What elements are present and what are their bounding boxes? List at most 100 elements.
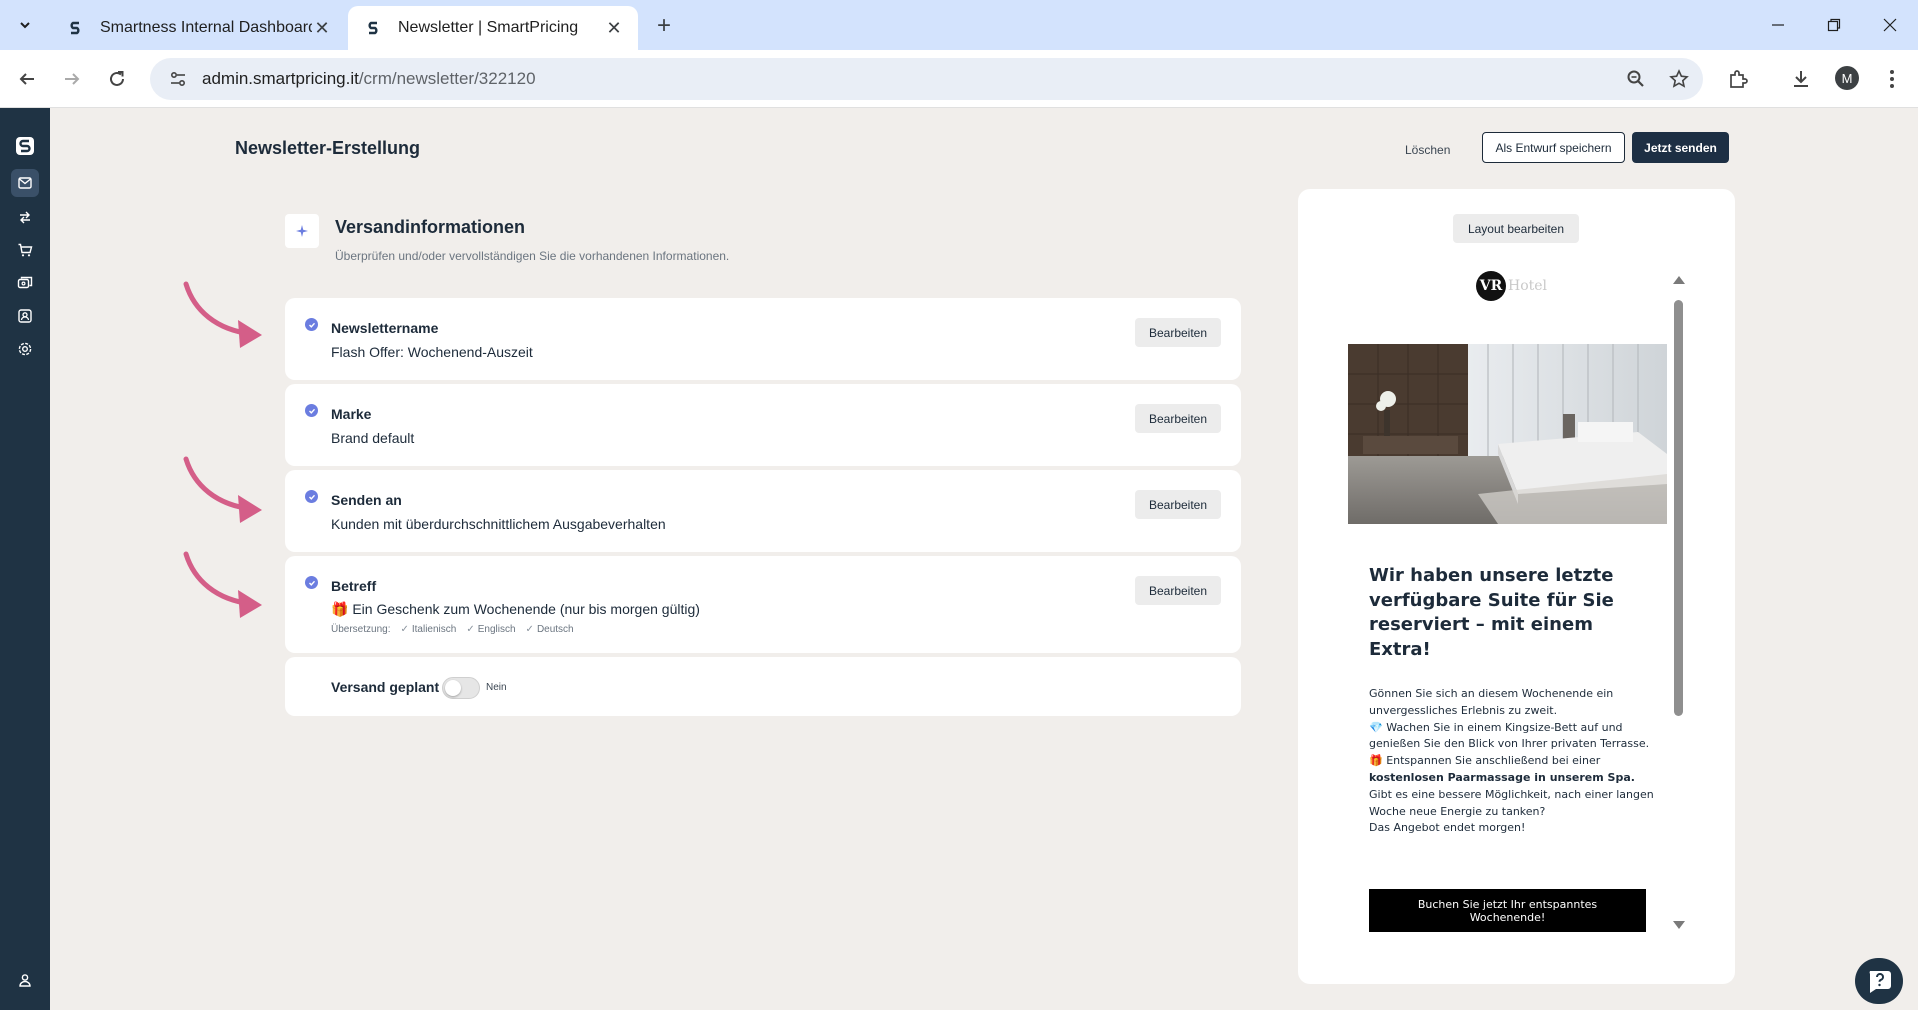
minimize-icon[interactable] [1750, 0, 1806, 50]
url-text: admin.smartpricing.it/crm/newsletter/322… [202, 69, 536, 89]
card-newsletter-name: Newslettername Flash Offer: Wochenend-Au… [285, 298, 1241, 380]
sidebar-item-vouchers[interactable] [11, 269, 39, 297]
browser-toolbar: admin.smartpricing.it/crm/newsletter/322… [0, 50, 1918, 108]
extensions-icon[interactable] [1724, 65, 1752, 93]
favicon-s-icon [66, 19, 84, 37]
annotation-arrow [183, 456, 262, 523]
menu-dots-icon[interactable] [1878, 65, 1906, 93]
sidebar-item-contacts[interactable] [11, 302, 39, 330]
plus-icon[interactable]: + [650, 12, 678, 40]
avatar[interactable]: M [1835, 66, 1859, 90]
address-bar[interactable]: admin.smartpricing.it/crm/newsletter/322… [150, 58, 1703, 100]
scroll-thumb[interactable] [1674, 300, 1683, 716]
translation-label: Übersetzung: [331, 624, 391, 635]
field-value: Brand default [331, 430, 415, 446]
sidebar-item-settings[interactable] [11, 335, 39, 363]
mail-icon [18, 177, 32, 189]
check-icon [305, 490, 318, 503]
scroll-up-icon[interactable] [1673, 276, 1685, 284]
page-title: Newsletter-Erstellung [235, 138, 421, 158]
card-brand: Marke Brand default Bearbeiten [285, 384, 1241, 466]
reload-icon[interactable] [101, 63, 133, 95]
field-value: 🎁 Ein Geschenk zum Wochenende (nur bis m… [331, 601, 700, 617]
edit-button[interactable]: Bearbeiten [1135, 490, 1221, 519]
url-host: admin.smartpricing.it [202, 69, 359, 88]
back-icon[interactable] [11, 63, 43, 95]
check-icon [305, 318, 318, 331]
star-icon[interactable] [1667, 67, 1691, 91]
check-icon [305, 404, 318, 417]
send-now-button[interactable]: Jetzt senden [1632, 132, 1729, 163]
check-icon [305, 576, 318, 589]
scroll-down-icon[interactable] [1673, 921, 1685, 929]
schedule-toggle[interactable] [442, 677, 480, 699]
sidebar-item-automations[interactable] [11, 203, 39, 231]
body-line-bold: kostenlosen Paarmassage in unserem Spa. [1369, 770, 1635, 784]
site-info-icon[interactable] [158, 70, 198, 88]
save-draft-button[interactable]: Als Entwurf speichern [1482, 132, 1625, 163]
section-subtitle: Überprüfen und/oder vervollständigen Sie… [335, 249, 730, 263]
field-value: Flash Offer: Wochenend-Auszeit [331, 344, 533, 360]
cta-button[interactable]: Buchen Sie jetzt Ihr entspanntes Wochene… [1369, 889, 1646, 932]
body-line: 🎁 Entspannen Sie anschließend bei einer [1369, 754, 1601, 768]
delete-button[interactable]: Löschen [1405, 136, 1450, 164]
close-icon[interactable]: ✕ [604, 18, 624, 38]
download-icon[interactable] [1787, 65, 1815, 93]
tab-search-button[interactable] [8, 10, 42, 40]
body-line: Das Angebot endet morgen! [1369, 821, 1526, 835]
translation-item: ✓ Italienisch [400, 624, 457, 635]
help-chat-button[interactable] [1855, 958, 1903, 1004]
sidebar-item-account[interactable] [11, 966, 39, 994]
toggle-state: Nein [486, 682, 507, 693]
zoom-icon[interactable] [1624, 67, 1648, 91]
app-logo-icon[interactable] [11, 132, 39, 160]
sidebar-item-shop[interactable] [11, 236, 39, 264]
card-schedule: Versand geplant Nein [285, 657, 1241, 716]
cart-icon [18, 243, 33, 257]
translation-row: Übersetzung: ✓ Italienisch ✓ Englisch ✓ Deu… [331, 624, 574, 635]
annotation-arrow [183, 551, 262, 618]
section-title: Versandinformationen [335, 217, 526, 237]
edit-layout-button[interactable]: Layout bearbeiten [1453, 214, 1579, 243]
toggle-knob [445, 680, 461, 696]
body-line: Gibt es eine bessere Möglichkeit, nach e… [1369, 787, 1654, 818]
swap-icon [20, 211, 30, 224]
settings-icon [18, 342, 32, 356]
edit-button[interactable]: Bearbeiten [1135, 576, 1221, 605]
tickets-icon [17, 276, 33, 289]
tab-newsletter[interactable]: Newsletter | SmartPricing ✕ [348, 6, 638, 50]
close-icon[interactable]: ✕ [312, 18, 332, 38]
tab-title: Newsletter | SmartPricing [398, 19, 579, 36]
restore-icon[interactable] [1806, 0, 1862, 50]
forward-icon[interactable] [56, 63, 88, 95]
hotel-logo: VR Hotel [1476, 271, 1547, 301]
card-recipients: Senden an Kunden mit überdurchschnittlic… [285, 470, 1241, 552]
contacts-icon [18, 309, 32, 323]
field-label: Versand geplant [331, 679, 440, 695]
logo-mark: VR [1476, 271, 1506, 301]
translation-item: ✓ Deutsch [525, 624, 574, 635]
check-icon: ✓ [525, 624, 534, 635]
favicon-s-icon [364, 19, 382, 37]
chevron-down-icon [20, 22, 30, 29]
check-icon: ✓ [400, 624, 409, 635]
annotation-arrow [183, 281, 262, 348]
tab-smartness-dashboard[interactable]: Smartness Internal Dashboard ✕ [50, 6, 346, 50]
close-window-icon[interactable] [1862, 0, 1918, 50]
card-subject: Betreff 🎁 Ein Geschenk zum Wochenende (n… [285, 556, 1241, 653]
sidebar-item-newsletter[interactable] [11, 169, 39, 197]
hero-image [1348, 344, 1667, 524]
edit-button[interactable]: Bearbeiten [1135, 318, 1221, 347]
tab-title: Smartness Internal Dashboard [100, 19, 312, 36]
email-preview-panel: Layout bearbeiten VR Hotel Wir haben uns… [1298, 189, 1735, 984]
sparkle-icon [285, 214, 319, 248]
email-headline: Wir haben unsere letzte verfügbare Suite… [1369, 565, 1614, 660]
browser-tab-bar: Smartness Internal Dashboard ✕ Newslette… [0, 0, 1918, 50]
field-label: Betreff [331, 578, 377, 594]
field-label: Senden an [331, 492, 402, 508]
preview-scrollbar[interactable] [1671, 276, 1685, 936]
translation-item: ✓ Englisch [466, 624, 516, 635]
edit-button[interactable]: Bearbeiten [1135, 404, 1221, 433]
field-label: Marke [331, 406, 372, 422]
help-chat-icon [1869, 971, 1891, 993]
